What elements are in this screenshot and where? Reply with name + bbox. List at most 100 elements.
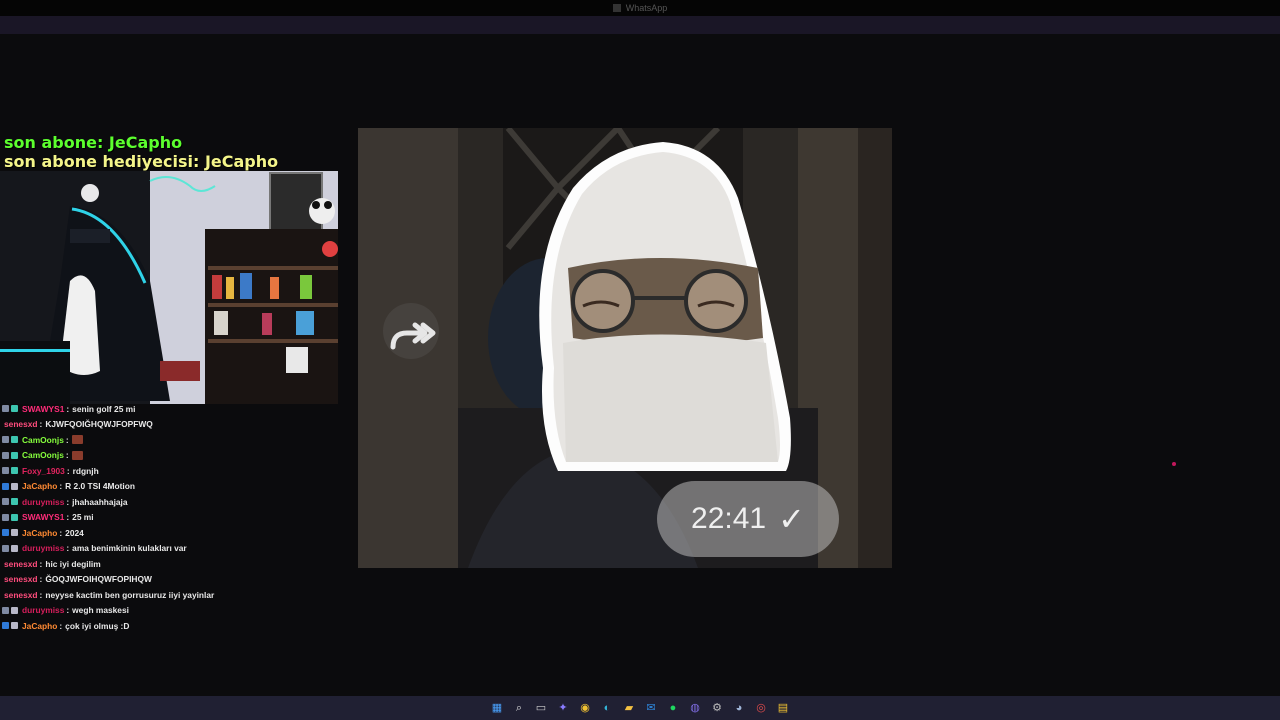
stream-chat: SWAWYS1: senin golf 25 mi senesxd: KJWFQOIĞ… <box>0 401 350 634</box>
badge-icon <box>11 451 18 459</box>
chat-separator: : <box>39 558 43 569</box>
chat-text: rdgnjh <box>72 465 99 476</box>
chat-separator: : <box>66 512 70 523</box>
badge-icon <box>2 482 9 490</box>
chat-message: SWAWYS1: senin golf 25 mi <box>0 401 350 417</box>
chat-username[interactable]: senesxd <box>4 559 38 569</box>
chat-username[interactable]: duruymiss <box>22 543 64 553</box>
emote-icon <box>71 450 83 460</box>
last-gifter-label: son abone hediyecisi: JeCapho <box>4 152 279 171</box>
chat-separator: : <box>66 403 70 414</box>
chat-username[interactable]: JaCapho <box>22 528 57 538</box>
badge-icon <box>11 482 18 490</box>
message-time: 22:41 <box>691 502 767 535</box>
whatsapp-icon[interactable]: ◍ <box>687 700 703 716</box>
chat-username[interactable]: senesxd <box>4 574 38 584</box>
chat-message: senesxd: hic iyi degilim <box>0 556 350 572</box>
badge-icon <box>11 498 18 506</box>
chat-badges <box>0 529 20 537</box>
badge-icon <box>2 451 9 459</box>
chat-message: CamOonjs: <box>0 448 350 464</box>
chat-text: ĞOQJWFOIHQWFOPIHQW <box>45 574 152 585</box>
badge-icon <box>2 622 9 630</box>
edge-icon[interactable]: ◐ <box>599 700 615 716</box>
chat-username[interactable]: senesxd <box>4 590 38 600</box>
chat-message: duruymiss: jhahaahhajaja <box>0 494 350 510</box>
chat-text: 2024 <box>65 527 84 538</box>
chat-badges <box>0 436 20 444</box>
window-title: WhatsApp <box>625 3 668 13</box>
chat-badges <box>0 482 20 490</box>
search-icon[interactable]: ⌕ <box>511 700 527 716</box>
chat-message: duruymiss: wegh maskesi <box>0 603 350 619</box>
badge-icon <box>11 544 18 552</box>
task-view-icon[interactable]: ▭ <box>533 700 549 716</box>
chat-separator: : <box>65 450 69 461</box>
badge-icon <box>11 436 18 444</box>
check-icon: ✓ <box>778 501 805 537</box>
badge-icon <box>11 513 18 521</box>
badge-icon <box>2 467 9 475</box>
chat-separator: : <box>39 574 43 585</box>
chat-text: R 2.0 TSI 4Motion <box>65 481 135 492</box>
chat-text: ama benimkinin kulakları var <box>72 543 187 554</box>
spotify-icon[interactable]: ● <box>665 700 681 716</box>
stream-overlay: son abone: JeCapho son abone hediyecisi:… <box>4 133 278 171</box>
message-timestamp: 22:41 ✓ <box>657 481 839 557</box>
chat-message: Foxy_1903: rdgnjh <box>0 463 350 479</box>
badge-icon <box>11 467 18 475</box>
chat-username[interactable]: duruymiss <box>22 605 64 615</box>
chat-username[interactable]: Foxy_1903 <box>22 466 65 476</box>
chat-badges <box>0 513 20 521</box>
chat-username[interactable]: SWAWYS1 <box>22 404 64 414</box>
badge-icon <box>11 529 18 537</box>
chat-username[interactable]: duruymiss <box>22 497 64 507</box>
chat-text: çok iyi olmuş :D <box>65 620 130 631</box>
chat-message: CamOonjs: <box>0 432 350 448</box>
forward-icon <box>390 322 436 350</box>
notepad-icon[interactable]: ▤ <box>775 700 791 716</box>
chat-username[interactable]: CamOonjs <box>22 435 64 445</box>
chat-badges <box>0 622 20 630</box>
chat-badges <box>0 467 20 475</box>
obs-icon[interactable]: ◎ <box>753 700 769 716</box>
chat-text: wegh maskesi <box>72 605 129 616</box>
window-title-bar: WhatsApp <box>0 0 1280 16</box>
chat-separator: : <box>65 434 69 445</box>
chat-separator: : <box>66 496 70 507</box>
message-input-area[interactable] <box>0 668 1280 688</box>
outlook-icon[interactable]: ✉ <box>643 700 659 716</box>
steam-icon[interactable]: ◕ <box>731 700 747 716</box>
chat-text: hic iyi degilim <box>45 558 101 569</box>
forward-button[interactable] <box>383 303 439 359</box>
start-icon[interactable]: ▦ <box>489 700 505 716</box>
chat-text: jhahaahhajaja <box>72 496 128 507</box>
contact-header[interactable] <box>0 36 1280 58</box>
chat-message: senesxd: ĞOQJWFOIHQWFOPIHQW <box>0 572 350 588</box>
chat-username[interactable]: senesxd <box>4 419 38 429</box>
taskbar: ▦ ⌕ ▭ ✦ ◉ ◐ ▰ ✉ ● ◍ ⚙ ◕ ◎ ▤ <box>0 696 1280 720</box>
chat-text: neyyse kactim ben gorrusuruz iiyi yayinl… <box>45 589 215 600</box>
chrome-icon[interactable]: ◉ <box>577 700 593 716</box>
chat-username[interactable]: JaCapho <box>22 621 57 631</box>
badge-icon <box>2 529 9 537</box>
chat-badges <box>0 606 20 614</box>
cursor-dot <box>1172 462 1176 466</box>
file-explorer-icon[interactable]: ▰ <box>621 700 637 716</box>
chat-text: KJWFQOIĞHQWJFOPFWQ <box>45 419 153 430</box>
chat-username[interactable]: CamOonjs <box>22 450 64 460</box>
badge-icon <box>2 513 9 521</box>
chat-separator: : <box>59 620 63 631</box>
chat-badges <box>0 451 20 459</box>
chat-username[interactable]: SWAWYS1 <box>22 512 64 522</box>
badge-icon <box>2 405 9 413</box>
chat-message: duruymiss: ama benimkinin kulakları var <box>0 541 350 557</box>
chat-message: JaCapho:2024 <box>0 525 350 541</box>
settings-icon[interactable]: ⚙ <box>709 700 725 716</box>
copilot-icon[interactable]: ✦ <box>555 700 571 716</box>
chat-text: senin golf 25 mi <box>72 403 136 414</box>
chat-message: senesxd: KJWFQOIĞHQWJFOPFWQ <box>0 417 350 433</box>
chat-username[interactable]: JaCapho <box>22 481 57 491</box>
chat-badges <box>0 544 20 552</box>
webcam-feed <box>0 171 338 404</box>
